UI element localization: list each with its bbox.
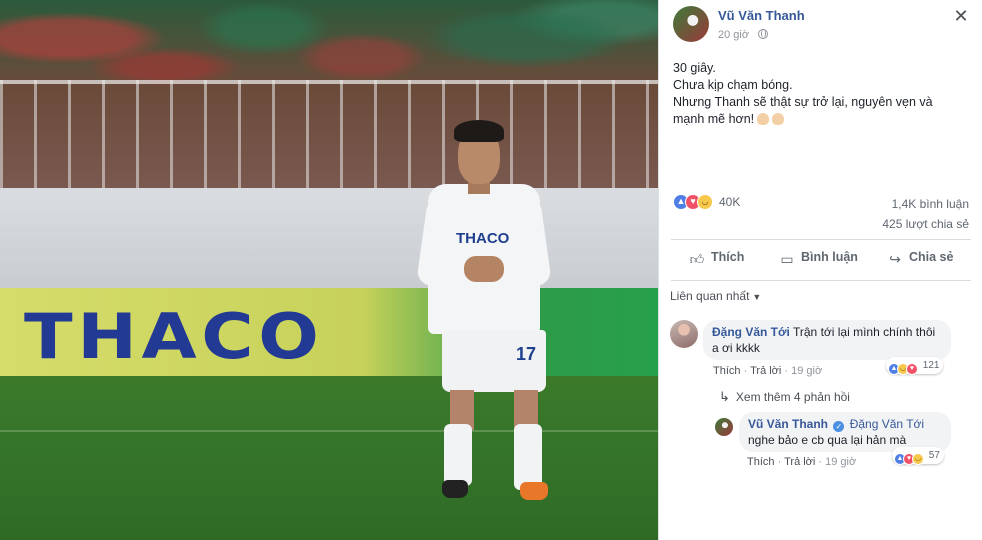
reply-text: nghe bảo e cb qua lại hản mà (748, 433, 907, 447)
reply-reactions[interactable]: ▲ ♥ ◡ 57 (892, 447, 944, 465)
post-panel: Vũ Văn Thanh 20 giờ ✕ 30 giây. Chưa kịp … (658, 0, 982, 540)
shirt-sponsor: THACO (456, 230, 510, 247)
shares-count[interactable]: 425 lượt chia sẻ (882, 217, 969, 231)
thumbs-up-icon: 👍︎ (689, 251, 705, 267)
player-left-sock (444, 424, 472, 486)
football-player: THACO 17 (416, 118, 552, 508)
railing-top-bar (0, 80, 658, 84)
view-more-replies-link[interactable]: ↳ Xem thêm 4 phản hồi (719, 389, 850, 405)
comment-sort-label: Liên quan nhất (670, 289, 750, 303)
player-hands (464, 256, 504, 282)
caret-down-icon: ▼ (752, 292, 762, 302)
comment-bubble: Đặng Văn Tới Trận tới lại mình chính thô… (703, 320, 951, 360)
divider (671, 239, 971, 240)
pitch-line (0, 430, 658, 432)
commenter-avatar[interactable] (670, 320, 698, 348)
post-text-line: Chưa kịp chạm bóng. (673, 78, 793, 92)
like-button[interactable]: 👍︎ Thích (689, 250, 745, 272)
reply-tagged-user[interactable]: Đặng Văn Tới (850, 417, 924, 431)
reply-bubble: Vũ Văn Thanh ✓ Đặng Văn Tới nghe bảo e c… (739, 412, 951, 452)
comments-count[interactable]: 1,4K bình luận (892, 197, 969, 211)
reaction-summary: ▲ ♥ ◡ 40K 1,4K bình luận 425 lượt chia s… (673, 193, 969, 231)
post-text-line: Nhưng Thanh sẽ thật sự trở lại, nguyên v… (673, 95, 933, 109)
reply-arrow-icon: ↳ (719, 389, 730, 404)
share-button[interactable]: ↪ Chia sẻ (887, 250, 953, 272)
share-arrow-icon: ↪ (889, 251, 901, 267)
player-hair (454, 120, 504, 142)
flexed-biceps-icon (757, 113, 770, 125)
comment-reactions[interactable]: ▲ ◡ ♥ 121 (886, 357, 944, 375)
comment-meta: Thích · Trả lời · 19 giờ (713, 365, 823, 377)
flexed-biceps-icon (772, 113, 785, 125)
post-text-line: 30 giây. (673, 61, 716, 75)
reply-like-link[interactable]: Thích (747, 456, 775, 468)
stadium-railing (0, 80, 658, 190)
globe-icon (758, 29, 768, 39)
reply-time[interactable]: 19 giờ (825, 456, 856, 468)
comment-reaction-count: 121 (922, 360, 940, 371)
reply-reaction-count: 57 (928, 450, 940, 461)
reply-reply-link[interactable]: Trả lời (784, 456, 815, 468)
post-text-line-with-emoji: mạnh mẽ hơn! (673, 111, 973, 128)
author-avatar[interactable] (673, 6, 709, 42)
stadium-wall (0, 188, 658, 288)
speech-bubble-icon: ▭ (780, 251, 794, 267)
divider (671, 280, 971, 281)
close-icon[interactable]: ✕ (952, 7, 970, 25)
like-button-label: Thích (711, 250, 745, 264)
haha-reaction-icon: ◡ (912, 453, 924, 465)
verified-badge-icon: ✓ (833, 421, 845, 432)
post-text-line: mạnh mẽ hơn! (673, 112, 755, 126)
love-reaction-icon: ♥ (906, 363, 918, 375)
reply-author-avatar[interactable] (715, 418, 733, 436)
comment-reply-link[interactable]: Trả lời (750, 365, 781, 377)
advertising-board-text: THACO (24, 300, 324, 373)
comment-button-label: Bình luận (801, 250, 858, 264)
post-photo[interactable]: THACO THACO 17 (0, 0, 658, 540)
reply-author[interactable]: Vũ Văn Thanh (748, 417, 828, 431)
reaction-count[interactable]: 40K (719, 195, 740, 209)
haha-reaction-icon[interactable]: ◡ (697, 194, 713, 210)
football-pitch (0, 376, 658, 540)
player-right-boot (520, 482, 548, 500)
post-timestamp[interactable]: 20 giờ (718, 29, 749, 41)
reply-meta: Thích · Trả lời · 19 giờ (747, 456, 857, 468)
shorts-number: 17 (516, 344, 537, 364)
comment-like-link[interactable]: Thích (713, 365, 741, 377)
player-left-boot (442, 480, 468, 498)
author-name[interactable]: Vũ Văn Thanh (718, 8, 805, 23)
comment-time[interactable]: 19 giờ (791, 365, 822, 377)
comment-author[interactable]: Đặng Văn Tới (712, 325, 790, 339)
comment-button[interactable]: ▭ Bình luận (779, 250, 858, 272)
comment-sort-dropdown[interactable]: Liên quan nhất ▼ (670, 289, 761, 303)
view-more-replies-label: Xem thêm 4 phản hồi (735, 390, 850, 404)
post-text: 30 giây. Chưa kịp chạm bóng. Nhưng Thanh… (673, 60, 973, 128)
player-right-sock (514, 424, 542, 490)
share-button-label: Chia sẻ (909, 250, 954, 264)
